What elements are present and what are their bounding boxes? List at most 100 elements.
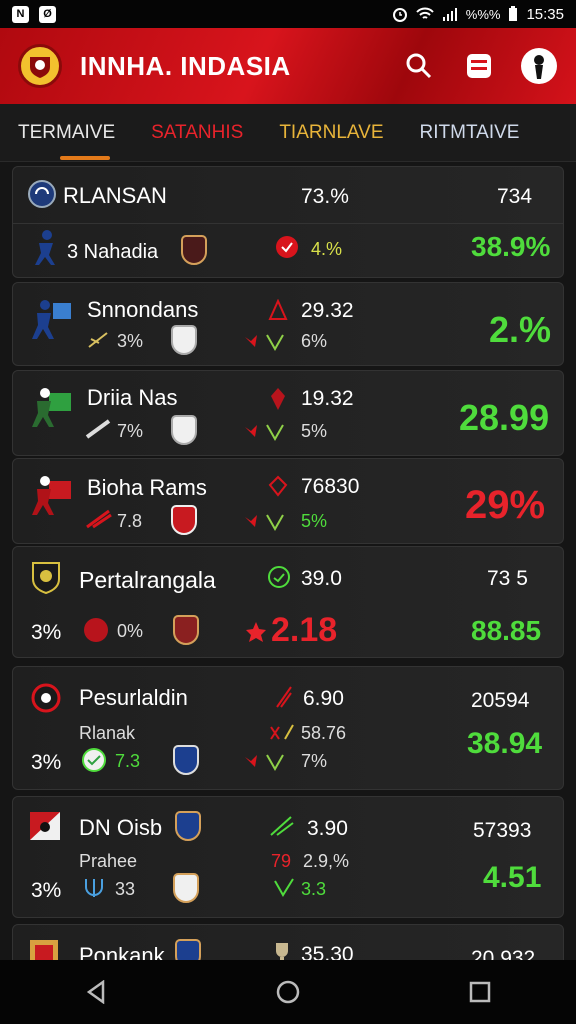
club-crest-icon — [171, 415, 197, 445]
team-score: 38.9% — [471, 231, 551, 262]
stat-label: 79 — [271, 851, 292, 871]
tab-label: TERMAIVE — [18, 121, 116, 143]
player-icon — [32, 300, 71, 339]
team-subtitle: Rlanak — [79, 723, 136, 743]
list-item[interactable]: Pertalrangala 39.0 73 5 3% 0% 2.18 88.85 — [12, 546, 564, 658]
club-crest-icon — [171, 505, 197, 535]
app-bar: INNHA. INDASIA — [0, 28, 576, 104]
back-icon[interactable] — [85, 980, 107, 1004]
red-badge-icon — [268, 475, 288, 497]
team-subtitle: Prahee — [79, 851, 138, 871]
team-subtitle-value: 33 — [115, 879, 136, 899]
trend-icon — [245, 334, 284, 352]
tab-bar: TERMAIVE SATANHIS TIARNLAVE RITMTAIVE — [0, 104, 576, 162]
team-score: 88.85 — [471, 615, 542, 646]
trophy-icon — [276, 943, 288, 960]
boot-icon — [85, 419, 111, 439]
team-score: 38.94 — [467, 727, 543, 760]
club-crest-icon — [171, 325, 197, 355]
system-nav-bar — [0, 960, 576, 1024]
red-badge-icon — [276, 236, 298, 258]
list-item[interactable]: Bioha Rams 7.8 76830 5% 29% — [12, 458, 564, 544]
stat-percent: 3.3 — [301, 879, 327, 899]
team-change: 2.18 — [271, 611, 338, 649]
team-subtitle: 3 Nahadia — [67, 241, 159, 263]
flare-icon — [276, 686, 292, 708]
team-subtitle: 7% — [117, 421, 144, 441]
stat-value: 2.9,% — [303, 851, 350, 871]
club-emblem-icon — [30, 940, 58, 960]
team-value: 29.32 — [301, 299, 354, 322]
player-icon — [32, 388, 71, 427]
club-emblem-icon — [28, 180, 56, 208]
team-value: 73.% — [301, 185, 349, 208]
tab-ritmtaive[interactable]: RITMTAIVE — [402, 104, 538, 162]
list-item[interactable]: Driia Nas 7% 19.32 5% 28.99 — [12, 370, 564, 456]
trend-icon — [245, 424, 284, 442]
list-item[interactable]: DN Oisb 3.90 57393 Prahee 79 2.9,% 3% 33… — [12, 796, 564, 918]
pct-label: 3% — [31, 879, 62, 902]
list-item[interactable]: RLANSAN 73.% 734 3 Nahadia 4.% 38.9% — [12, 166, 564, 278]
team-score: 2.% — [489, 309, 552, 350]
search-button[interactable] — [400, 47, 438, 85]
trend-icon — [270, 816, 294, 836]
player-icon — [32, 476, 71, 515]
profile-icon — [521, 48, 557, 84]
team-name: Bioha Rams — [87, 475, 207, 500]
stat-percent: 6% — [301, 331, 328, 351]
green-badge-icon — [268, 566, 290, 588]
team-name: Pesurlaldin — [79, 685, 188, 710]
profile-button[interactable] — [520, 47, 558, 85]
app-logo — [18, 44, 62, 88]
green-badge-icon — [82, 748, 106, 772]
tab-label: RITMTAIVE — [419, 121, 520, 143]
tab-tiarnlave[interactable]: TIARNLAVE — [261, 104, 401, 162]
list-item[interactable]: Pesurlaldin 6.90 20594 Rlanak 58.76 3% 7… — [12, 666, 564, 790]
team-right-value: 20.932 — [471, 947, 536, 960]
tactics-icon — [88, 332, 108, 348]
team-subtitle: 7.8 — [117, 511, 143, 531]
team-right-value: 57393 — [473, 819, 532, 842]
search-icon — [406, 53, 432, 79]
pct-label: 3% — [31, 751, 62, 774]
team-name: Pertalrangala — [79, 567, 216, 593]
stat-value: 58.76 — [301, 723, 347, 743]
notification-icon: N — [12, 5, 29, 23]
menu-button[interactable] — [460, 47, 498, 85]
red-badge-icon — [271, 388, 285, 410]
signal-icon — [442, 8, 457, 21]
tab-termaive[interactable]: TERMAIVE — [0, 104, 133, 162]
pct-label: 3% — [31, 621, 62, 644]
recents-icon[interactable] — [469, 981, 491, 1003]
tab-label: SATANHIS — [151, 121, 244, 143]
team-value: 6.90 — [303, 687, 344, 710]
team-value: 76830 — [301, 475, 360, 498]
wifi-icon — [416, 7, 434, 19]
list-item[interactable]: Ponkank 35.30 20.932 — [12, 924, 564, 960]
stat-percent: 5% — [301, 511, 328, 531]
stat-percent: 4.% — [311, 239, 343, 259]
flare-icon — [246, 622, 266, 642]
home-icon[interactable] — [276, 980, 300, 1004]
trend-icon — [274, 878, 294, 897]
team-right-value: 734 — [497, 185, 533, 208]
team-right-value: 73 5 — [487, 567, 528, 590]
team-value: 19.32 — [301, 387, 354, 410]
battery-text: %%% — [465, 6, 501, 22]
stat-percent: 5% — [301, 421, 328, 441]
team-score: 29% — [465, 483, 546, 527]
trend-icon — [245, 754, 284, 772]
list-item[interactable]: Snnondans 3% 29.32 6% 2.% — [12, 282, 564, 366]
team-value: 35.30 — [301, 943, 354, 960]
club-crest-icon — [181, 235, 207, 265]
flare-icon — [86, 509, 112, 529]
team-name: DN Oisb — [79, 815, 163, 840]
club-emblem-icon — [30, 812, 60, 840]
club-emblem-icon — [31, 683, 61, 713]
team-value: 39.0 — [301, 567, 342, 590]
tab-satanhis[interactable]: SATANHIS — [133, 104, 261, 162]
trident-icon — [85, 879, 103, 897]
app-title: INNHA. INDASIA — [80, 50, 291, 81]
team-name: Snnondans — [87, 297, 199, 322]
red-badge-icon — [268, 299, 288, 320]
